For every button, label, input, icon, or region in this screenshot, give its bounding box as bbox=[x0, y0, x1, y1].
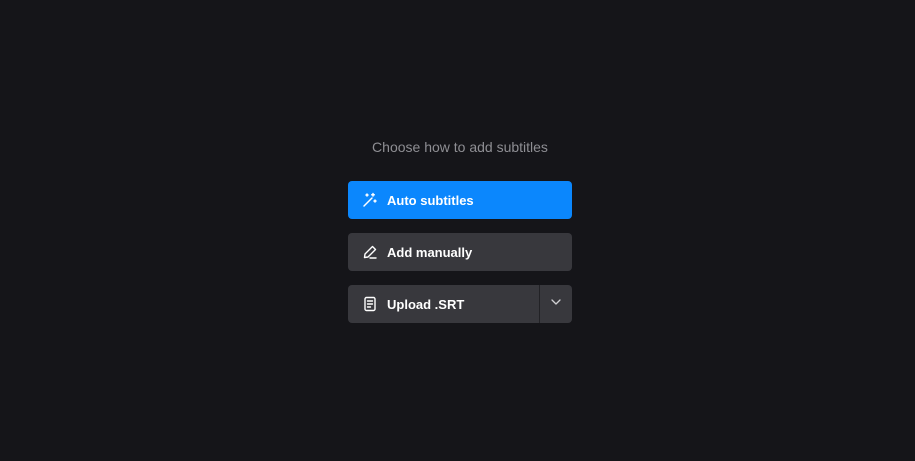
add-manually-label: Add manually bbox=[387, 244, 473, 260]
upload-srt-split-button: Upload .SRT bbox=[348, 285, 572, 323]
add-manually-button[interactable]: Add manually bbox=[348, 233, 572, 271]
auto-subtitles-label: Auto subtitles bbox=[387, 192, 474, 208]
subtitle-options-panel: Choose how to add subtitles Auto subtitl… bbox=[348, 137, 572, 323]
chevron-down-icon bbox=[550, 295, 562, 313]
document-icon bbox=[362, 296, 378, 312]
magic-wand-icon bbox=[362, 192, 378, 208]
upload-srt-label: Upload .SRT bbox=[387, 296, 465, 312]
pencil-icon bbox=[362, 244, 378, 260]
instruction-text: Choose how to add subtitles bbox=[372, 139, 548, 155]
upload-srt-button[interactable]: Upload .SRT bbox=[348, 285, 539, 323]
auto-subtitles-button[interactable]: Auto subtitles bbox=[348, 181, 572, 219]
upload-options-dropdown[interactable] bbox=[540, 285, 572, 323]
